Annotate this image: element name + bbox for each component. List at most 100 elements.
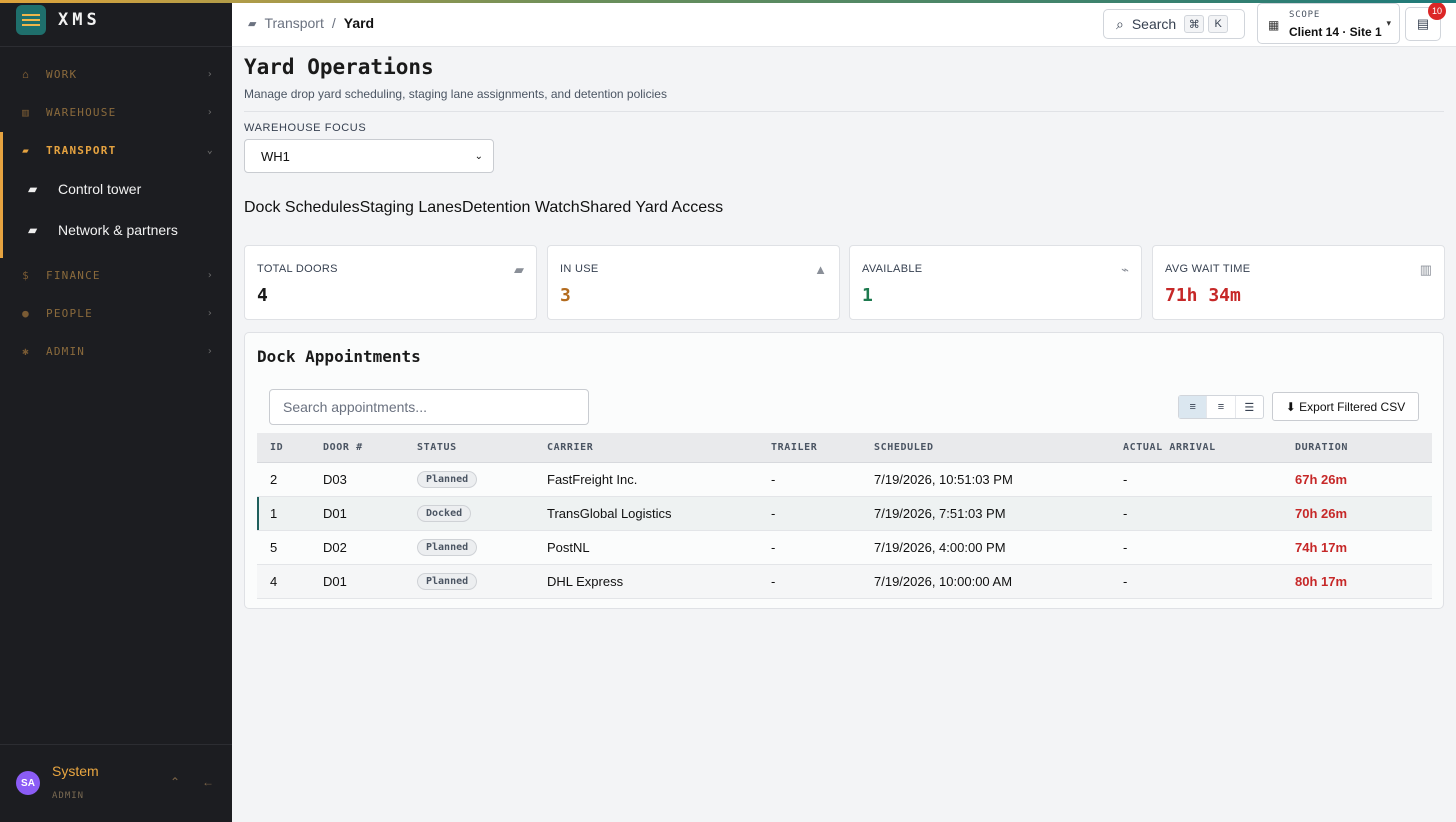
- status-badge: Docked: [417, 505, 472, 522]
- density-comfortable-icon[interactable]: ☰: [1236, 396, 1263, 418]
- chevron-right-icon: ›: [206, 307, 214, 319]
- sidebar-subitem-control-tower[interactable]: ▰ Control tower: [0, 171, 232, 207]
- scope-label: SCOPE: [1289, 10, 1321, 20]
- divider: [0, 46, 232, 47]
- cell-arrival: -: [1110, 530, 1282, 565]
- tab-dock-schedules[interactable]: Dock Schedules: [244, 199, 360, 217]
- tab-staging-lanes[interactable]: Staging Lanes: [360, 199, 462, 217]
- sidebar-item-admin[interactable]: ✱ ADMIN ›: [0, 333, 232, 369]
- cell-door: D03: [310, 462, 404, 497]
- table-header-row: ID DOOR # STATUS CARRIER TRAILER SCHEDUL…: [257, 433, 1432, 463]
- table-row[interactable]: 1 D01 Docked TransGlobal Logistics - 7/1…: [257, 496, 1432, 531]
- brand[interactable]: XMS: [16, 4, 101, 36]
- cell-scheduled: 7/19/2026, 10:00:00 AM: [861, 564, 1110, 599]
- column-header[interactable]: DURATION: [1282, 433, 1432, 463]
- warning-icon: ▲: [814, 262, 827, 277]
- chevron-right-icon: ›: [206, 106, 214, 118]
- column-header[interactable]: ID: [257, 433, 310, 463]
- status-badge: Planned: [417, 471, 478, 488]
- appointments-table: ID DOOR # STATUS CARRIER TRAILER SCHEDUL…: [257, 433, 1432, 599]
- cell-duration: 80h 17m: [1282, 564, 1432, 599]
- home-icon: ⌂: [22, 67, 30, 81]
- export-csv-button[interactable]: ⬇ Export Filtered CSV: [1272, 392, 1419, 421]
- truck-icon: ▰: [248, 17, 257, 30]
- sidebar-item-label: PEOPLE: [46, 306, 93, 320]
- truck-icon: ▰: [28, 223, 38, 237]
- search-button[interactable]: ⌕ Search ⌘ K: [1103, 9, 1245, 39]
- collapse-sidebar-icon[interactable]: ←: [202, 775, 214, 789]
- avatar[interactable]: SA: [16, 771, 40, 795]
- stat-value: 4: [257, 285, 268, 306]
- breadcrumb-separator: /: [331, 15, 336, 31]
- sidebar: XMS ⌂ WORK › ▥ WAREHOUSE › ▰ TRANSPORT ⌄…: [0, 0, 232, 822]
- notifications-button[interactable]: ▤ 10: [1405, 2, 1446, 41]
- sidebar-item-transport[interactable]: ▰ TRANSPORT ⌄: [0, 132, 232, 168]
- cell-carrier: FastFreight Inc.: [534, 462, 758, 497]
- stat-value: 71h 34m: [1165, 285, 1241, 306]
- warehouse-focus-label: WAREHOUSE FOCUS: [244, 122, 367, 134]
- table-row[interactable]: 2 D03 Planned FastFreight Inc. - 7/19/20…: [257, 462, 1432, 497]
- cell-door: D01: [310, 564, 404, 599]
- table-row[interactable]: 4 D01 Planned DHL Express - 7/19/2026, 1…: [257, 564, 1432, 599]
- stat-card-avg-wait: AVG WAIT TIME 71h 34m ▥: [1152, 245, 1445, 320]
- user-name: System: [52, 763, 99, 779]
- search-input[interactable]: [269, 389, 589, 425]
- table-row[interactable]: 5 D02 Planned PostNL - 7/19/2026, 4:00:0…: [257, 530, 1432, 565]
- stat-label: AVAILABLE: [862, 263, 923, 275]
- breadcrumb: ▰ Transport / Yard: [248, 15, 374, 31]
- density-compact-icon[interactable]: ≡: [1179, 396, 1208, 418]
- cell-status: Planned: [404, 530, 534, 565]
- stat-label: IN USE: [560, 263, 599, 275]
- chevron-down-icon: ▾: [1386, 18, 1391, 28]
- search-icon: ⌕: [1116, 15, 1124, 32]
- kbd-cmd: ⌘: [1184, 15, 1205, 33]
- cell-scheduled: 7/19/2026, 7:51:03 PM: [861, 496, 1110, 531]
- sidebar-item-people[interactable]: ● PEOPLE ›: [0, 295, 232, 331]
- scope-value: Client 14 · Site 1: [1289, 25, 1382, 39]
- cell-trailer: -: [758, 462, 861, 497]
- sidebar-item-label: ADMIN: [46, 344, 86, 358]
- app-name: XMS: [58, 10, 101, 30]
- cell-carrier: TransGlobal Logistics: [534, 496, 758, 531]
- cell-arrival: -: [1110, 462, 1282, 497]
- cell-status: Planned: [404, 462, 534, 497]
- chevron-down-icon: ⌄: [474, 151, 483, 162]
- sidebar-item-work[interactable]: ⌂ WORK ›: [0, 56, 232, 92]
- status-badge: Planned: [417, 573, 478, 590]
- chevron-up-icon[interactable]: ⌃: [170, 775, 180, 789]
- column-header[interactable]: TRAILER: [758, 433, 861, 463]
- breadcrumb-parent[interactable]: Transport: [264, 15, 323, 31]
- cell-carrier: PostNL: [534, 530, 758, 565]
- tab-detention-watch[interactable]: Detention Watch: [462, 199, 580, 217]
- cell-duration: 70h 26m: [1282, 496, 1432, 531]
- sidebar-item-label: WORK: [46, 67, 78, 81]
- page-subtitle: Manage drop yard scheduling, staging lan…: [244, 87, 667, 101]
- column-header[interactable]: SCHEDULED: [861, 433, 1110, 463]
- page-title: Yard Operations: [244, 55, 434, 79]
- column-header[interactable]: CARRIER: [534, 433, 758, 463]
- stat-card-in-use: IN USE 3 ▲: [547, 245, 840, 320]
- column-header[interactable]: STATUS: [404, 433, 534, 463]
- stat-label: TOTAL DOORS: [257, 263, 338, 275]
- activity-icon: ⌁: [1121, 262, 1129, 277]
- cell-trailer: -: [758, 530, 861, 565]
- sidebar-item-warehouse[interactable]: ▥ WAREHOUSE ›: [0, 94, 232, 130]
- tab-shared-yard-access[interactable]: Shared Yard Access: [580, 199, 724, 217]
- truck-icon: ▰: [28, 182, 38, 196]
- stat-value: 3: [560, 285, 571, 306]
- cell-scheduled: 7/19/2026, 4:00:00 PM: [861, 530, 1110, 565]
- column-header[interactable]: DOOR #: [310, 433, 404, 463]
- density-normal-icon[interactable]: ≡: [1207, 396, 1236, 418]
- logo-icon: [16, 5, 46, 35]
- sidebar-item-finance[interactable]: $ FINANCE ›: [0, 257, 232, 293]
- sidebar-subitem-network-partners[interactable]: ▰ Network & partners: [0, 212, 232, 248]
- scope-selector[interactable]: ▦ SCOPE Client 14 · Site 1 ▾: [1257, 3, 1400, 44]
- truck-icon: ▰: [22, 143, 30, 157]
- chart-icon: ▥: [1419, 262, 1432, 277]
- stat-value: 1: [862, 285, 873, 306]
- sidebar-subitem-label: Control tower: [58, 181, 142, 197]
- column-header[interactable]: ACTUAL ARRIVAL: [1110, 433, 1282, 463]
- warehouse-focus-select[interactable]: WH1 ⌄: [244, 139, 494, 173]
- cell-id: 2: [257, 462, 310, 497]
- chevron-right-icon: ›: [206, 68, 214, 80]
